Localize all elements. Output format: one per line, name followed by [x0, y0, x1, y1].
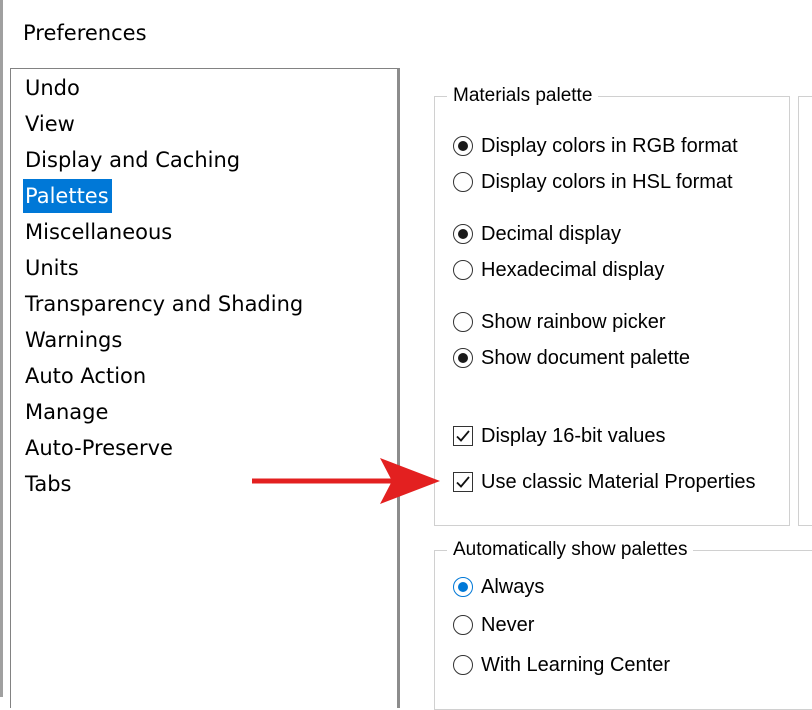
learning-center-radio[interactable] — [453, 655, 473, 675]
document-palette-label: Show document palette — [481, 346, 691, 369]
auto-show-palettes-legend: Automatically show palettes — [447, 537, 694, 563]
checkmark-icon — [456, 476, 470, 488]
never-label: Never — [481, 613, 535, 636]
never-option[interactable]: Never — [453, 610, 534, 640]
display-16bit-checkbox[interactable] — [453, 426, 473, 446]
checkmark-icon — [456, 430, 470, 442]
category-item-tabs[interactable]: Tabs — [23, 467, 75, 501]
learning-center-label: With Learning Center — [481, 653, 670, 676]
category-item-auto-action[interactable]: Auto Action — [23, 359, 149, 393]
rainbow-picker-option[interactable]: Show rainbow picker — [453, 307, 666, 337]
auto-show-palettes-group: Automatically show palettes Always Never… — [434, 537, 812, 710]
category-item-palettes[interactable]: Palettes — [23, 179, 112, 213]
document-palette-option[interactable]: Show document palette — [453, 343, 690, 373]
learning-center-option[interactable]: With Learning Center — [453, 650, 670, 680]
classic-material-label: Use classic Material Properties — [481, 470, 756, 493]
category-item-manage[interactable]: Manage — [23, 395, 111, 429]
hex-display-label: Hexadecimal display — [481, 258, 665, 281]
hex-display-radio[interactable] — [453, 260, 473, 280]
adjacent-group-edge — [798, 96, 812, 526]
category-item-warnings[interactable]: Warnings — [23, 323, 125, 357]
always-radio[interactable] — [453, 577, 473, 597]
rainbow-picker-label: Show rainbow picker — [481, 310, 666, 333]
always-option[interactable]: Always — [453, 572, 544, 602]
display-16bit-option[interactable]: Display 16-bit values — [453, 421, 666, 451]
rgb-format-radio[interactable] — [453, 136, 473, 156]
decimal-display-option[interactable]: Decimal display — [453, 219, 621, 249]
hsl-format-radio[interactable] — [453, 172, 473, 192]
category-item-miscellaneous[interactable]: Miscellaneous — [23, 215, 175, 249]
hsl-format-label: Display colors in HSL format — [481, 170, 733, 193]
classic-material-option[interactable]: Use classic Material Properties — [453, 467, 756, 497]
document-palette-radio[interactable] — [453, 348, 473, 368]
category-item-display-and-caching[interactable]: Display and Caching — [23, 143, 243, 177]
decimal-display-radio[interactable] — [453, 224, 473, 244]
rgb-format-option[interactable]: Display colors in RGB format — [453, 131, 738, 161]
rgb-format-label: Display colors in RGB format — [481, 134, 738, 157]
category-item-units[interactable]: Units — [23, 251, 82, 285]
category-list[interactable]: Undo View Display and Caching Palettes M… — [10, 68, 400, 708]
red-arrow-annotation — [252, 458, 440, 504]
materials-palette-legend: Materials palette — [447, 83, 599, 109]
materials-palette-group: Materials palette Display colors in RGB … — [434, 83, 790, 526]
classic-material-checkbox[interactable] — [453, 472, 473, 492]
always-label: Always — [481, 575, 545, 598]
dialog-title: Preferences — [23, 21, 147, 45]
display-16bit-label: Display 16-bit values — [481, 424, 666, 447]
hex-display-option[interactable]: Hexadecimal display — [453, 255, 664, 285]
category-item-undo[interactable]: Undo — [23, 71, 83, 105]
category-item-auto-preserve[interactable]: Auto-Preserve — [23, 431, 176, 465]
never-radio[interactable] — [453, 615, 473, 635]
window-left-border — [0, 0, 3, 697]
category-item-view[interactable]: View — [23, 107, 78, 141]
decimal-display-label: Decimal display — [481, 222, 622, 245]
category-item-transparency-and-shading[interactable]: Transparency and Shading — [23, 287, 306, 321]
rainbow-picker-radio[interactable] — [453, 312, 473, 332]
hsl-format-option[interactable]: Display colors in HSL format — [453, 167, 733, 197]
